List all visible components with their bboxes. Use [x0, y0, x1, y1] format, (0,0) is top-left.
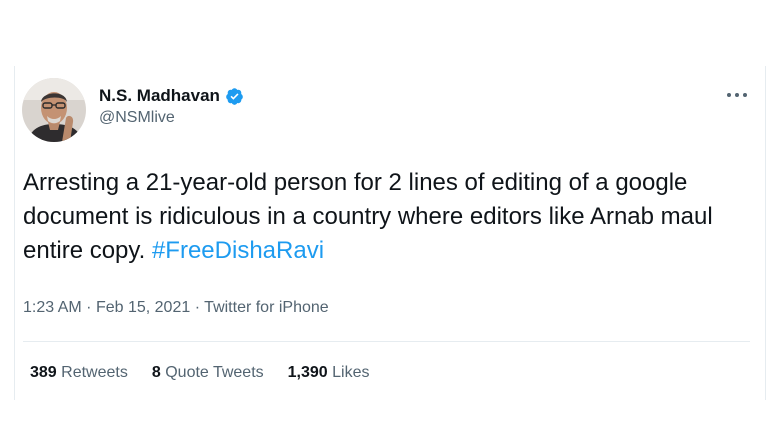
display-name[interactable]: N.S. Madhavan [99, 86, 220, 106]
user-handle[interactable]: @NSMlive [99, 109, 244, 127]
meta-separator: · [86, 299, 92, 316]
avatar[interactable] [22, 78, 86, 142]
tweet-text: Arresting a 21-year-old person for 2 lin… [23, 166, 753, 268]
card-left-border [14, 66, 15, 400]
tweet-card: N.S. Madhavan @NSMlive Arresting a 21-ye… [0, 66, 768, 400]
retweets-label: Retweets [61, 364, 128, 381]
card-right-border [765, 66, 766, 400]
stats-divider [23, 341, 750, 342]
tweet-date[interactable]: Feb 15, 2021 [96, 299, 190, 316]
author-block: N.S. Madhavan @NSMlive [99, 85, 244, 127]
verified-badge-icon [225, 87, 244, 106]
engagement-stats: 389 Retweets 8 Quote Tweets 1,390 Likes [30, 364, 370, 382]
profile-photo-icon [22, 78, 86, 142]
meta-separator: · [194, 299, 201, 316]
tweet-source[interactable]: Twitter for iPhone [204, 299, 329, 316]
retweets-stat[interactable]: 389 Retweets [30, 364, 128, 382]
quote-tweets-stat[interactable]: 8 Quote Tweets [152, 364, 264, 382]
hashtag-link[interactable]: #FreeDishaRavi [152, 237, 324, 264]
more-options-button[interactable] [722, 84, 752, 106]
tweet-meta: 1:23 AM · Feb 15, 2021 · Twitter for iPh… [23, 299, 329, 317]
tweet-body: Arresting a 21-year-old person for 2 lin… [23, 169, 713, 264]
retweets-count: 389 [30, 364, 57, 381]
likes-count: 1,390 [287, 364, 328, 381]
quote-tweets-label: Quote Tweets [165, 364, 264, 381]
ellipsis-horizontal-icon [727, 93, 747, 97]
likes-stat[interactable]: 1,390 Likes [288, 364, 370, 382]
quote-tweets-count: 8 [151, 364, 161, 381]
likes-label: Likes [332, 364, 370, 381]
tweet-time[interactable]: 1:23 AM [23, 299, 82, 316]
name-row: N.S. Madhavan [99, 85, 244, 107]
